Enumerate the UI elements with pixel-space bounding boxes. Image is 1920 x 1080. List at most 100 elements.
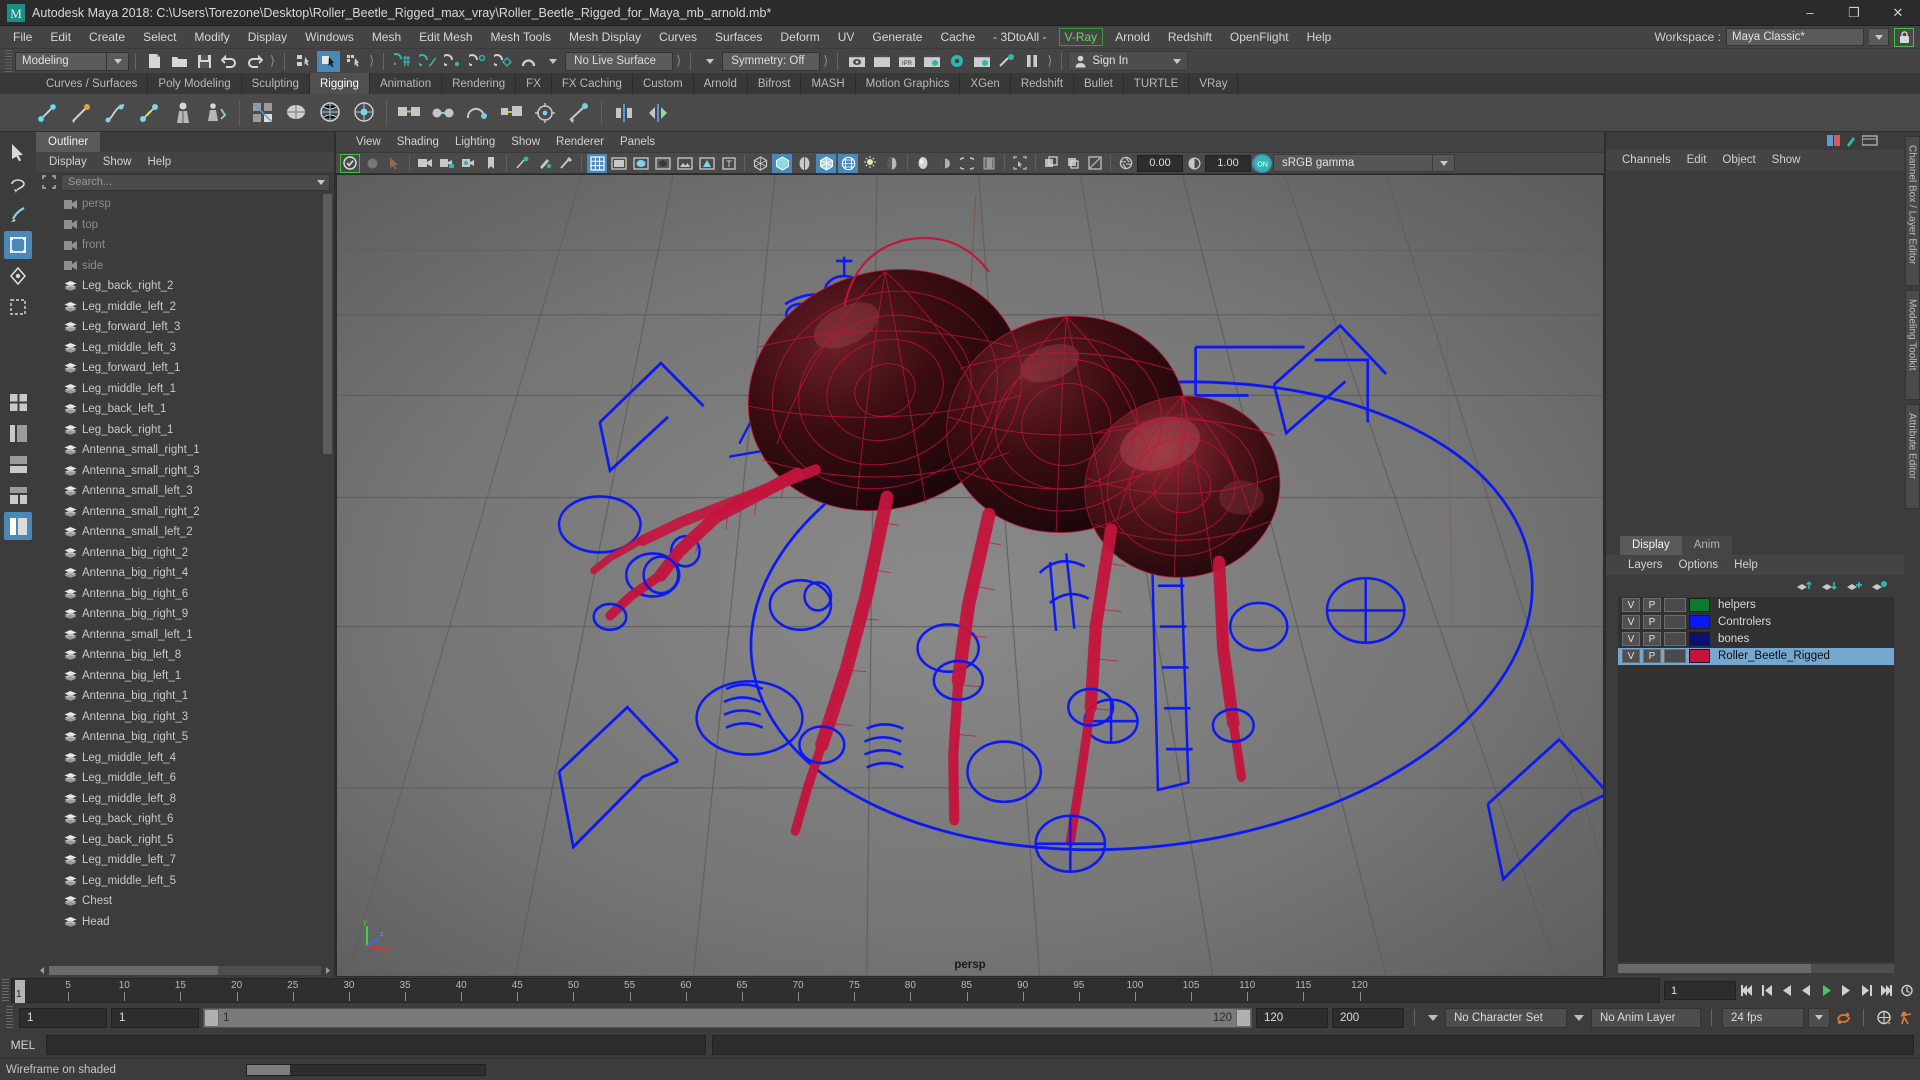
layer-type-toggle[interactable] — [1664, 615, 1686, 629]
fps-chevron-down-icon[interactable] — [1808, 1007, 1830, 1028]
grid-toggle-icon[interactable] — [587, 153, 607, 173]
go-to-end-icon[interactable] — [1877, 981, 1896, 1000]
outliner-item[interactable]: persp — [36, 194, 334, 215]
motion-blur-icon[interactable] — [935, 154, 955, 173]
animation-preferences-icon[interactable] — [1897, 981, 1916, 1000]
gate-mask-icon[interactable] — [653, 154, 673, 173]
aim-constraint-icon[interactable] — [530, 98, 560, 128]
select-camera-icon[interactable] — [340, 153, 360, 173]
toolbar-collapse-bracket[interactable]: ⟩ — [823, 53, 828, 69]
tool-settings-icon[interactable] — [1862, 135, 1878, 147]
menu-edit-mesh[interactable]: Edit Mesh — [410, 28, 481, 46]
outliner-item[interactable]: Antenna_big_right_9 — [36, 604, 334, 625]
exposure-aperture-icon[interactable] — [1116, 154, 1136, 173]
outliner-item-list[interactable]: persp top front side Leg_back_right_2 Leg_mid… — [36, 192, 334, 964]
outliner-item[interactable]: Leg_middle_left_3 — [36, 338, 334, 359]
outliner-scrollbar[interactable] — [323, 194, 332, 454]
persp-graph-layout-icon[interactable] — [4, 450, 32, 478]
use-all-lights-icon[interactable] — [860, 154, 880, 173]
channel-box-menu-edit[interactable]: Edit — [1679, 153, 1715, 167]
time-slider-gripper[interactable] — [2, 978, 9, 1003]
step-forward-frame-icon[interactable] — [1837, 981, 1856, 1000]
outliner-item[interactable]: Antenna_small_right_3 — [36, 461, 334, 482]
snap-curve-icon[interactable] — [416, 51, 439, 72]
outliner-item[interactable]: Antenna_small_right_1 — [36, 440, 334, 461]
insert-joint-icon[interactable] — [134, 98, 164, 128]
animation-preferences-gear-icon[interactable] — [1897, 1008, 1916, 1027]
mirror-joint-icon[interactable] — [609, 98, 639, 128]
search-chevron-down-icon[interactable] — [317, 179, 325, 185]
snap-view-plane-icon[interactable] — [491, 51, 514, 72]
outliner-item[interactable]: Leg_back_left_1 — [36, 399, 334, 420]
lasso-tool-icon[interactable] — [4, 169, 32, 197]
xray-icon[interactable] — [1041, 154, 1061, 173]
outliner-item[interactable]: Antenna_big_right_5 — [36, 727, 334, 748]
auto-key-icon[interactable] — [1874, 1008, 1893, 1027]
outliner-item[interactable]: Antenna_big_right_3 — [36, 707, 334, 728]
outliner-item[interactable]: top — [36, 215, 334, 236]
layer-tab-anim[interactable]: Anim — [1681, 535, 1732, 555]
move-tool-icon[interactable] — [4, 231, 32, 259]
wireframe-on-shaded-icon[interactable] — [816, 153, 836, 173]
outliner-item[interactable]: Antenna_small_left_3 — [36, 481, 334, 502]
live-surface-field[interactable]: No Live Surface — [565, 51, 674, 71]
isolate-select-icon[interactable] — [1010, 154, 1030, 173]
anti-alias-icon[interactable] — [957, 154, 977, 173]
menu-file[interactable]: File — [4, 28, 41, 46]
perspective-viewport[interactable]: persp y x z — [336, 174, 1604, 977]
outliner-item[interactable]: front — [36, 235, 334, 256]
gamma-icon[interactable] — [1184, 154, 1204, 173]
menu-windows[interactable]: Windows — [296, 28, 363, 46]
layer-visibility-toggle[interactable]: V — [1622, 598, 1640, 612]
menu-mesh-tools[interactable]: Mesh Tools — [482, 28, 560, 46]
fps-select[interactable]: 24 fps — [1722, 1007, 1804, 1028]
ipr-render-icon[interactable]: IPR — [895, 51, 918, 72]
two-d-pan-zoom-icon[interactable] — [512, 154, 532, 173]
outliner-horizontal-scrollbar[interactable] — [36, 964, 334, 977]
attribute-editor-icon[interactable] — [1845, 135, 1858, 147]
shelf-tab-vray[interactable]: VRay — [1189, 73, 1239, 94]
range-start-field[interactable]: 1 — [19, 1007, 107, 1028]
snap-projected-center-icon[interactable] — [466, 51, 489, 72]
layer-color-swatch[interactable] — [1689, 615, 1710, 629]
wrap-deformer-icon[interactable] — [315, 98, 345, 128]
select-object-icon[interactable] — [317, 50, 341, 72]
undo-icon[interactable] — [218, 51, 241, 72]
layer-type-toggle[interactable] — [1664, 598, 1686, 612]
channel-box-icon[interactable] — [1827, 135, 1841, 147]
current-frame-field[interactable]: 1 — [1664, 981, 1736, 1000]
ao-icon[interactable] — [913, 154, 933, 173]
color-space-select[interactable]: sRGB gamma — [1273, 154, 1433, 172]
new-scene-icon[interactable] — [143, 51, 166, 72]
close-button[interactable]: ✕ — [1876, 0, 1920, 26]
layer-playback-toggle[interactable]: P — [1643, 598, 1661, 612]
toolbar-collapse-bracket[interactable]: ⟩ — [270, 53, 275, 69]
camera-attributes-icon[interactable] — [415, 154, 435, 173]
shelf-tab-motion-graphics[interactable]: Motion Graphics — [856, 73, 961, 94]
menu-vray[interactable]: V-Ray — [1058, 28, 1104, 46]
shelf-tab-sculpting[interactable]: Sculpting — [242, 73, 310, 94]
exposure-icon[interactable] — [697, 154, 717, 173]
range-slider-track[interactable]: 1 120 — [203, 1007, 1252, 1028]
menu-select[interactable]: Select — [134, 28, 185, 46]
layer-visibility-toggle[interactable]: V — [1622, 615, 1640, 629]
channel-box-menu-object[interactable]: Object — [1714, 153, 1763, 167]
orient-constraint-icon[interactable] — [462, 98, 492, 128]
shelf-tab-fx[interactable]: FX — [516, 73, 552, 94]
render-sequence-icon[interactable] — [870, 51, 893, 72]
xray-joints-icon[interactable] — [1063, 154, 1083, 173]
select-tool-viewport-icon[interactable] — [384, 154, 404, 173]
layer-visibility-toggle[interactable]: V — [1622, 649, 1640, 663]
menu-display[interactable]: Display — [239, 28, 296, 46]
vtab-channel-box-layer-editor[interactable]: Channel Box / Layer Editor — [1904, 136, 1920, 286]
outliner-item[interactable]: Leg_back_right_2 — [36, 276, 334, 297]
menu-mesh[interactable]: Mesh — [363, 28, 410, 46]
symmetry-field[interactable]: Symmetry: Off — [722, 51, 821, 71]
lock-icon[interactable] — [1894, 27, 1914, 47]
outliner-item[interactable]: Leg_back_right_6 — [36, 809, 334, 830]
outliner-menu-display[interactable]: Display — [42, 155, 94, 169]
layer-menu-options[interactable]: Options — [1671, 558, 1727, 572]
outliner-item[interactable]: Leg_middle_left_1 — [36, 379, 334, 400]
layer-type-toggle[interactable] — [1664, 649, 1686, 663]
mirror-skin-weights-icon[interactable] — [643, 98, 673, 128]
